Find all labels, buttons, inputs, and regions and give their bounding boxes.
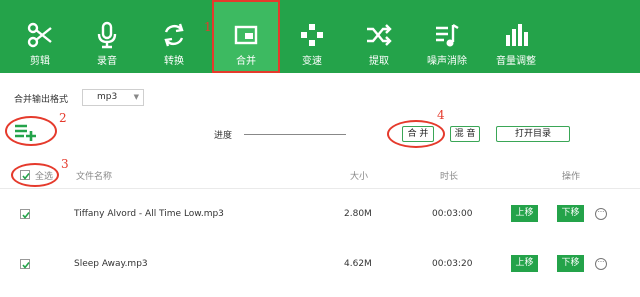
row-checkbox[interactable] [20,259,30,269]
annotation-4: 4 [437,108,445,122]
tool-label: 录音 [97,56,117,67]
format-label: 合并输出格式 [14,95,69,105]
file-size: 2.80M [344,209,372,219]
format-select[interactable]: mp3 ▼ [82,89,144,106]
select-all-label[interactable]: 全选 [35,169,53,187]
column-header-ops: 操作 [562,172,581,182]
open-folder-button[interactable]: 打开目录 [496,126,570,142]
merge-button[interactable]: 合 并 [402,126,434,142]
format-value: mp3 [97,92,118,102]
check-icon [22,262,30,269]
tool-noise-removal[interactable]: 噪声消除 [418,0,476,73]
move-down-button[interactable]: 下移 [557,255,584,272]
file-name: Tiffany Alvord - All Time Low.mp3 [74,209,224,219]
file-duration: 00:03:00 [432,209,473,219]
check-icon [22,212,30,219]
microphone-icon [92,20,122,50]
tool-speed[interactable]: 变速 [285,0,339,73]
move-down-button[interactable]: 下移 [557,205,584,222]
file-name: Sleep Away.mp3 [74,259,148,269]
extract-icon [364,20,394,50]
tool-extract[interactable]: 提取 [352,0,406,73]
more-icon[interactable]: ··· [595,258,607,270]
progress-label: 进度 [214,131,233,141]
row-checkbox[interactable] [20,209,30,219]
annotation-2: 2 [59,111,67,125]
tool-label: 噪声消除 [427,56,467,67]
scissors-icon [25,20,55,50]
divider [0,188,640,189]
column-header-duration: 时长 [440,172,459,182]
chevron-down-icon: ▼ [133,93,139,101]
speed-icon [297,20,327,50]
annotation-3: 3 [61,157,69,171]
tool-volume[interactable]: 音量调整 [488,0,544,73]
file-duration: 00:03:20 [432,259,473,269]
tool-label: 合并 [236,56,256,67]
column-header-name: 文件名称 [76,172,113,182]
convert-icon [159,20,189,50]
tool-merge[interactable]: 合并 [212,0,280,73]
merge-icon [231,20,261,50]
column-header-size: 大小 [350,172,369,182]
select-all-checkbox[interactable] [20,170,30,180]
noise-removal-icon [432,20,462,50]
tool-record[interactable]: 录音 [80,0,134,73]
mix-button[interactable]: 混 音 [450,126,480,142]
volume-icon [501,20,531,50]
move-up-button[interactable]: 上移 [511,255,538,272]
tool-label: 提取 [369,56,389,67]
annotation-circle-2 [5,116,57,146]
tool-label: 转换 [164,56,184,67]
tool-label: 剪辑 [30,56,50,67]
file-size: 4.62M [344,259,372,269]
toolbar: 剪辑 录音 转换 合并 变速 提取 噪声消除 音量调整 [0,0,640,73]
move-up-button[interactable]: 上移 [511,205,538,222]
tool-label: 变速 [302,56,322,67]
tool-label: 音量调整 [496,56,536,67]
progress-bar [244,134,346,135]
annotation-1: 1 [204,20,212,34]
tool-cut[interactable]: 剪辑 [13,0,67,73]
more-icon[interactable]: ··· [595,208,607,220]
check-icon [22,173,30,180]
tool-convert[interactable]: 转换 [147,0,201,73]
